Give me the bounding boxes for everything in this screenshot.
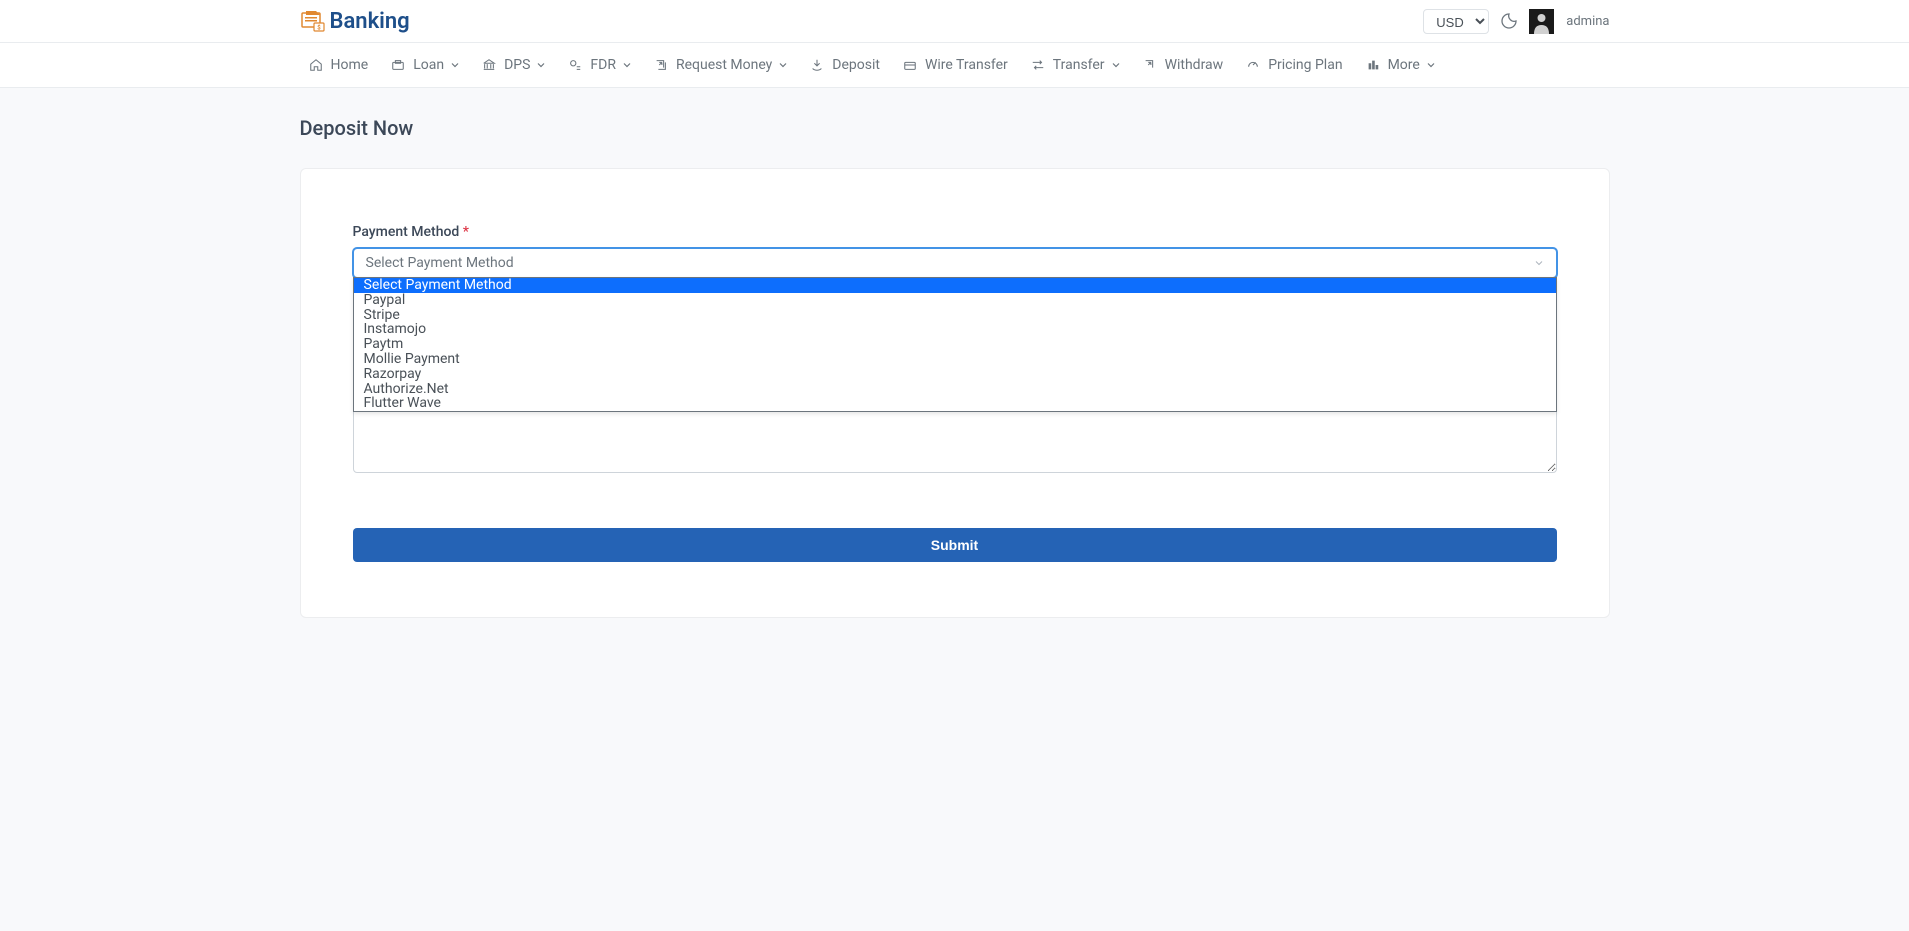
dropdown-option[interactable]: Authorize.Net <box>354 382 1556 397</box>
withdraw-icon <box>1142 58 1158 72</box>
wire-transfer-icon <box>902 58 918 72</box>
bank-icon: $ <box>300 9 328 33</box>
top-header: $ Banking USD admina <box>0 0 1909 43</box>
brand-logo[interactable]: $ Banking <box>300 9 410 34</box>
nav-withdraw[interactable]: Withdraw <box>1142 57 1224 73</box>
chevron-down-icon <box>779 61 787 69</box>
nav-request-money[interactable]: Request Money <box>653 57 787 73</box>
transfer-icon <box>1030 58 1046 72</box>
nav-dps[interactable]: DPS <box>481 57 545 73</box>
nav-loan[interactable]: Loan <box>390 57 459 73</box>
chevron-down-icon <box>537 61 545 69</box>
request-money-icon <box>653 58 669 72</box>
dropdown-option[interactable]: Paypal <box>354 293 1556 308</box>
dropdown-option[interactable]: Paytm <box>354 337 1556 352</box>
page-title: Deposit Now <box>300 116 1610 140</box>
dropdown-option[interactable]: Stripe <box>354 308 1556 323</box>
nav-pricing-plan[interactable]: Pricing Plan <box>1245 57 1342 73</box>
chevron-down-icon <box>1427 61 1435 69</box>
deposit-form-card: Payment Method * Select Payment Method S… <box>300 168 1610 618</box>
dropdown-option[interactable]: Instamojo <box>354 322 1556 337</box>
svg-text:$: $ <box>317 25 321 32</box>
chevron-down-icon <box>1534 258 1544 268</box>
home-icon <box>308 58 324 72</box>
chevron-down-icon <box>1112 61 1120 69</box>
nav-deposit[interactable]: Deposit <box>809 57 880 73</box>
nav-transfer[interactable]: Transfer <box>1030 57 1120 73</box>
main-nav: Home Loan DPS FDR Request Money Deposit <box>0 43 1909 88</box>
loan-icon <box>390 58 406 72</box>
brand-name: Banking <box>330 9 410 34</box>
fdr-icon <box>567 58 583 72</box>
more-icon <box>1365 58 1381 72</box>
nav-home[interactable]: Home <box>308 57 369 73</box>
payment-method-select[interactable]: Select Payment Method <box>353 248 1557 278</box>
nav-wire-transfer[interactable]: Wire Transfer <box>902 57 1008 73</box>
payment-method-dropdown: Select Payment Method Paypal Stripe Inst… <box>353 277 1557 412</box>
nav-more[interactable]: More <box>1365 57 1435 73</box>
username-label: admina <box>1566 14 1609 29</box>
submit-button[interactable]: Submit <box>353 528 1557 562</box>
theme-toggle-icon[interactable] <box>1501 13 1517 29</box>
pricing-plan-icon <box>1245 58 1261 72</box>
dropdown-option[interactable]: Razorpay <box>354 367 1556 382</box>
required-mark: * <box>463 224 469 240</box>
payment-method-label: Payment Method * <box>353 224 1557 240</box>
dps-icon <box>481 58 497 72</box>
dropdown-option[interactable]: Flutter Wave <box>354 396 1556 411</box>
currency-select[interactable]: USD <box>1423 9 1489 34</box>
avatar[interactable] <box>1529 9 1554 34</box>
chevron-down-icon <box>623 61 631 69</box>
dropdown-option[interactable]: Select Payment Method <box>354 278 1556 293</box>
nav-fdr[interactable]: FDR <box>567 57 631 73</box>
chevron-down-icon <box>451 61 459 69</box>
dropdown-option[interactable]: Mollie Payment <box>354 352 1556 367</box>
deposit-icon <box>809 58 825 72</box>
